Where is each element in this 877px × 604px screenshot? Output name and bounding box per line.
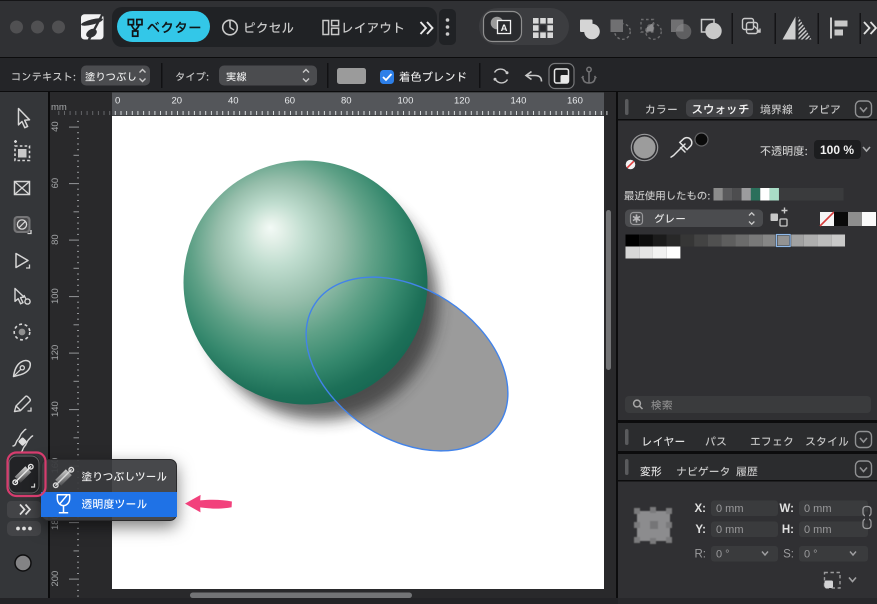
svg-text:H:: H: bbox=[782, 524, 794, 536]
svg-text:R:: R: bbox=[695, 549, 707, 561]
svg-text:20: 20 bbox=[172, 96, 183, 107]
svg-text:40: 40 bbox=[50, 121, 61, 132]
svg-text:0 °: 0 ° bbox=[804, 549, 818, 561]
svg-text:100: 100 bbox=[50, 288, 61, 304]
svg-text:S:: S: bbox=[783, 549, 794, 561]
svg-text:A: A bbox=[501, 23, 508, 34]
svg-text:mm: mm bbox=[51, 102, 67, 113]
svg-text:0 °: 0 ° bbox=[716, 549, 730, 561]
svg-text:80: 80 bbox=[50, 234, 61, 245]
svg-text:Y:: Y: bbox=[695, 524, 706, 536]
svg-text:60: 60 bbox=[285, 96, 296, 107]
svg-text:140: 140 bbox=[511, 96, 527, 107]
svg-text:X:: X: bbox=[695, 503, 707, 515]
svg-text:0 mm: 0 mm bbox=[804, 524, 832, 536]
svg-text:0 mm: 0 mm bbox=[804, 503, 832, 515]
svg-text:0 mm: 0 mm bbox=[716, 503, 744, 515]
svg-text:0: 0 bbox=[115, 96, 120, 107]
svg-text:100: 100 bbox=[398, 96, 414, 107]
svg-text:120: 120 bbox=[50, 345, 61, 361]
svg-text:W:: W: bbox=[780, 503, 794, 515]
svg-text:40: 40 bbox=[228, 96, 239, 107]
svg-text:120: 120 bbox=[454, 96, 470, 107]
svg-text:160: 160 bbox=[567, 96, 583, 107]
svg-text:60: 60 bbox=[50, 178, 61, 189]
svg-text:100 %: 100 % bbox=[820, 143, 854, 157]
svg-text:200: 200 bbox=[50, 571, 61, 587]
svg-text:0 mm: 0 mm bbox=[716, 524, 744, 536]
svg-text:80: 80 bbox=[341, 96, 352, 107]
svg-text:140: 140 bbox=[50, 401, 61, 417]
